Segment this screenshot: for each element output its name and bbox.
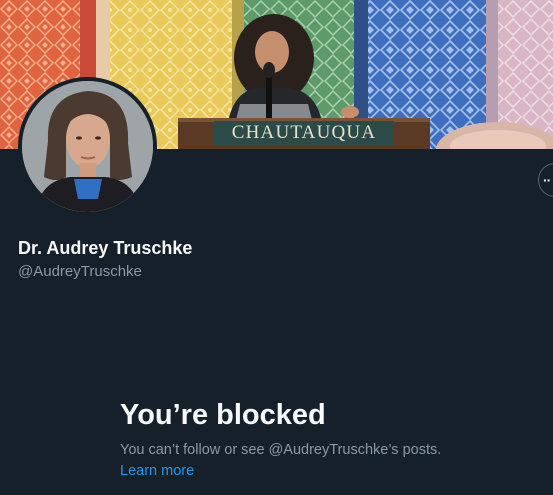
blocked-description: You can’t follow or see @AudreyTruschke’… [120, 442, 442, 458]
learn-more-link[interactable]: Learn more [120, 461, 194, 481]
blocked-message: You’re blocked You can’t follow or see @… [120, 396, 540, 481]
avatar-image [22, 81, 153, 212]
profile-page: CHAUTAUQUA ·· Dr. Audrey Truschke @Audre… [0, 0, 553, 495]
profile-display-name: Dr. Audrey Truschke [18, 238, 193, 258]
profile-username: @AudreyTruschke [18, 263, 142, 280]
blocked-title: You’re blocked [120, 399, 326, 431]
podium-sign-text: CHAUTAUQUA [231, 122, 377, 143]
more-options-button[interactable]: ·· [538, 163, 553, 197]
profile-avatar[interactable] [18, 77, 157, 216]
more-options-icon: ·· [543, 172, 551, 188]
